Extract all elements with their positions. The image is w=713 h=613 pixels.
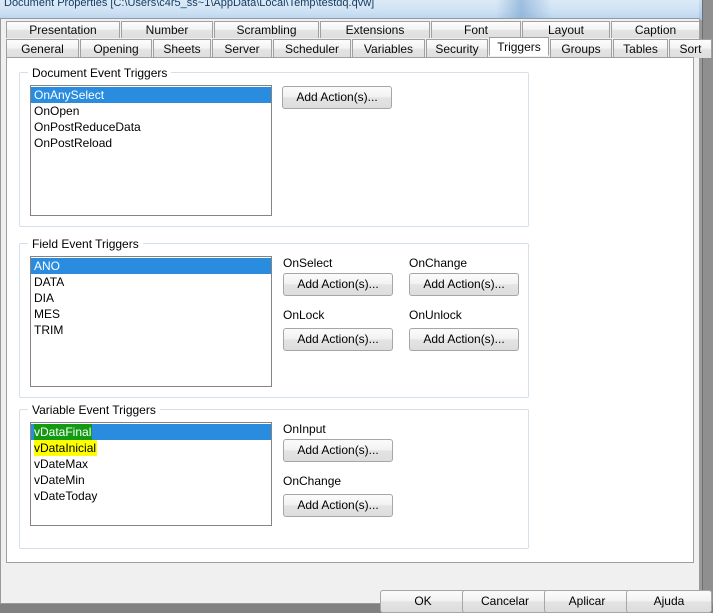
tab-strip: Presentation Number Scrambling Extensions Fo… — [6, 21, 712, 59]
variable-oninput-label: OnInput — [283, 422, 326, 436]
field-onchange-label: OnChange — [409, 256, 468, 270]
tab-scheduler[interactable]: Scheduler — [273, 39, 351, 58]
field-event-triggers-listbox[interactable]: ANO DATA DIA MES TRIM — [30, 256, 272, 387]
field-onchange-add-actions-button[interactable]: Add Action(s)... — [409, 273, 519, 296]
variable-trigger-list-item[interactable]: vDataInicial — [31, 440, 271, 456]
apply-button[interactable]: Aplicar — [544, 590, 630, 613]
document-trigger-list-item[interactable]: OnOpen — [31, 103, 271, 119]
field-trigger-list-item[interactable]: MES — [31, 306, 271, 322]
cancel-button[interactable]: Cancelar — [462, 590, 548, 613]
triggers-tab-page: Document Event Triggers OnAnySelect OnOpe… — [6, 57, 694, 563]
tab-groups[interactable]: Groups — [550, 39, 612, 58]
tab-sort[interactable]: Sort — [669, 39, 712, 58]
tab-row-lower: General Opening Sheets Server Scheduler Varia… — [6, 37, 712, 59]
variable-onchange-add-actions-button[interactable]: Add Action(s)... — [283, 494, 393, 517]
text-highlight-green: vDataFinal — [34, 424, 93, 440]
field-trigger-list-item[interactable]: TRIM — [31, 322, 271, 338]
variable-event-triggers-title: Variable Event Triggers — [28, 403, 160, 417]
tab-extensions[interactable]: Extensions — [320, 21, 430, 38]
tab-layout[interactable]: Layout — [522, 21, 610, 38]
variable-trigger-list-item[interactable]: vDateMin — [31, 472, 271, 488]
field-onlock-add-actions-button[interactable]: Add Action(s)... — [283, 328, 393, 351]
ok-button[interactable]: OK — [380, 590, 466, 613]
tab-sheets[interactable]: Sheets — [153, 39, 211, 58]
tab-scrambling[interactable]: Scrambling — [214, 21, 319, 38]
document-event-triggers-listbox[interactable]: OnAnySelect OnOpen OnPostReduceData OnPostR… — [30, 85, 272, 216]
variable-oninput-add-actions-button[interactable]: Add Action(s)... — [283, 439, 393, 462]
desktop-background: Document Properties [C:\Users\c4r5_ss~1\… — [0, 0, 713, 613]
variable-event-triggers-listbox[interactable]: vDataFinal vDataInicial vDateMax vDateMin vD… — [30, 422, 272, 526]
field-onselect-label: OnSelect — [283, 256, 333, 270]
tab-variables[interactable]: Variables — [352, 39, 425, 58]
tab-presentation[interactable]: Presentation — [6, 21, 120, 38]
tab-opening[interactable]: Opening — [80, 39, 152, 58]
window-title: Document Properties [C:\Users\c4r5_ss~1\… — [4, 0, 375, 9]
text-highlight-yellow: vDataInicial — [34, 440, 98, 456]
tab-triggers[interactable]: Triggers — [489, 37, 549, 56]
variable-event-triggers-group: Variable Event Triggers vDataFinal vDataI… — [19, 403, 529, 549]
tab-font[interactable]: Font — [431, 21, 521, 38]
tab-row-upper: Presentation Number Scrambling Extensions Fo… — [6, 21, 700, 39]
footer-separator — [1, 565, 699, 566]
desktop-right-strip — [702, 0, 713, 604]
field-trigger-list-item[interactable]: DATA — [31, 274, 271, 290]
document-trigger-list-item[interactable]: OnPostReduceData — [31, 119, 271, 135]
field-trigger-list-item[interactable]: DIA — [31, 290, 271, 306]
document-event-triggers-title: Document Event Triggers — [28, 66, 172, 80]
field-onlock-label: OnLock — [283, 308, 325, 322]
field-onselect-add-actions-button[interactable]: Add Action(s)... — [283, 273, 393, 296]
tab-tables[interactable]: Tables — [613, 39, 668, 58]
field-onunlock-add-actions-button[interactable]: Add Action(s)... — [409, 328, 519, 351]
field-onunlock-label: OnUnlock — [409, 308, 462, 322]
tab-general[interactable]: General — [6, 39, 79, 58]
tab-server[interactable]: Server — [212, 39, 272, 58]
tab-number[interactable]: Number — [121, 21, 213, 38]
help-button[interactable]: Ajuda — [626, 590, 712, 613]
document-trigger-list-item[interactable]: OnPostReload — [31, 135, 271, 151]
field-event-triggers-title: Field Event Triggers — [28, 237, 143, 251]
tab-caption[interactable]: Caption — [611, 21, 700, 38]
tab-security[interactable]: Security — [426, 39, 488, 58]
field-event-triggers-group: Field Event Triggers ANO DATA DIA MES TRIM O… — [19, 237, 529, 398]
document-trigger-list-item[interactable]: OnAnySelect — [31, 87, 271, 103]
variable-trigger-list-item[interactable]: vDataFinal — [31, 424, 271, 440]
field-trigger-list-item[interactable]: ANO — [31, 258, 271, 274]
variable-trigger-list-item[interactable]: vDateToday — [31, 488, 271, 504]
document-event-triggers-group: Document Event Triggers OnAnySelect OnOpe… — [19, 66, 529, 227]
document-add-actions-button[interactable]: Add Action(s)... — [282, 86, 392, 109]
variable-trigger-list-item[interactable]: vDateMax — [31, 456, 271, 472]
variable-onchange-label: OnChange — [283, 474, 342, 488]
document-properties-dialog: Presentation Number Scrambling Extensions Fo… — [0, 18, 712, 613]
